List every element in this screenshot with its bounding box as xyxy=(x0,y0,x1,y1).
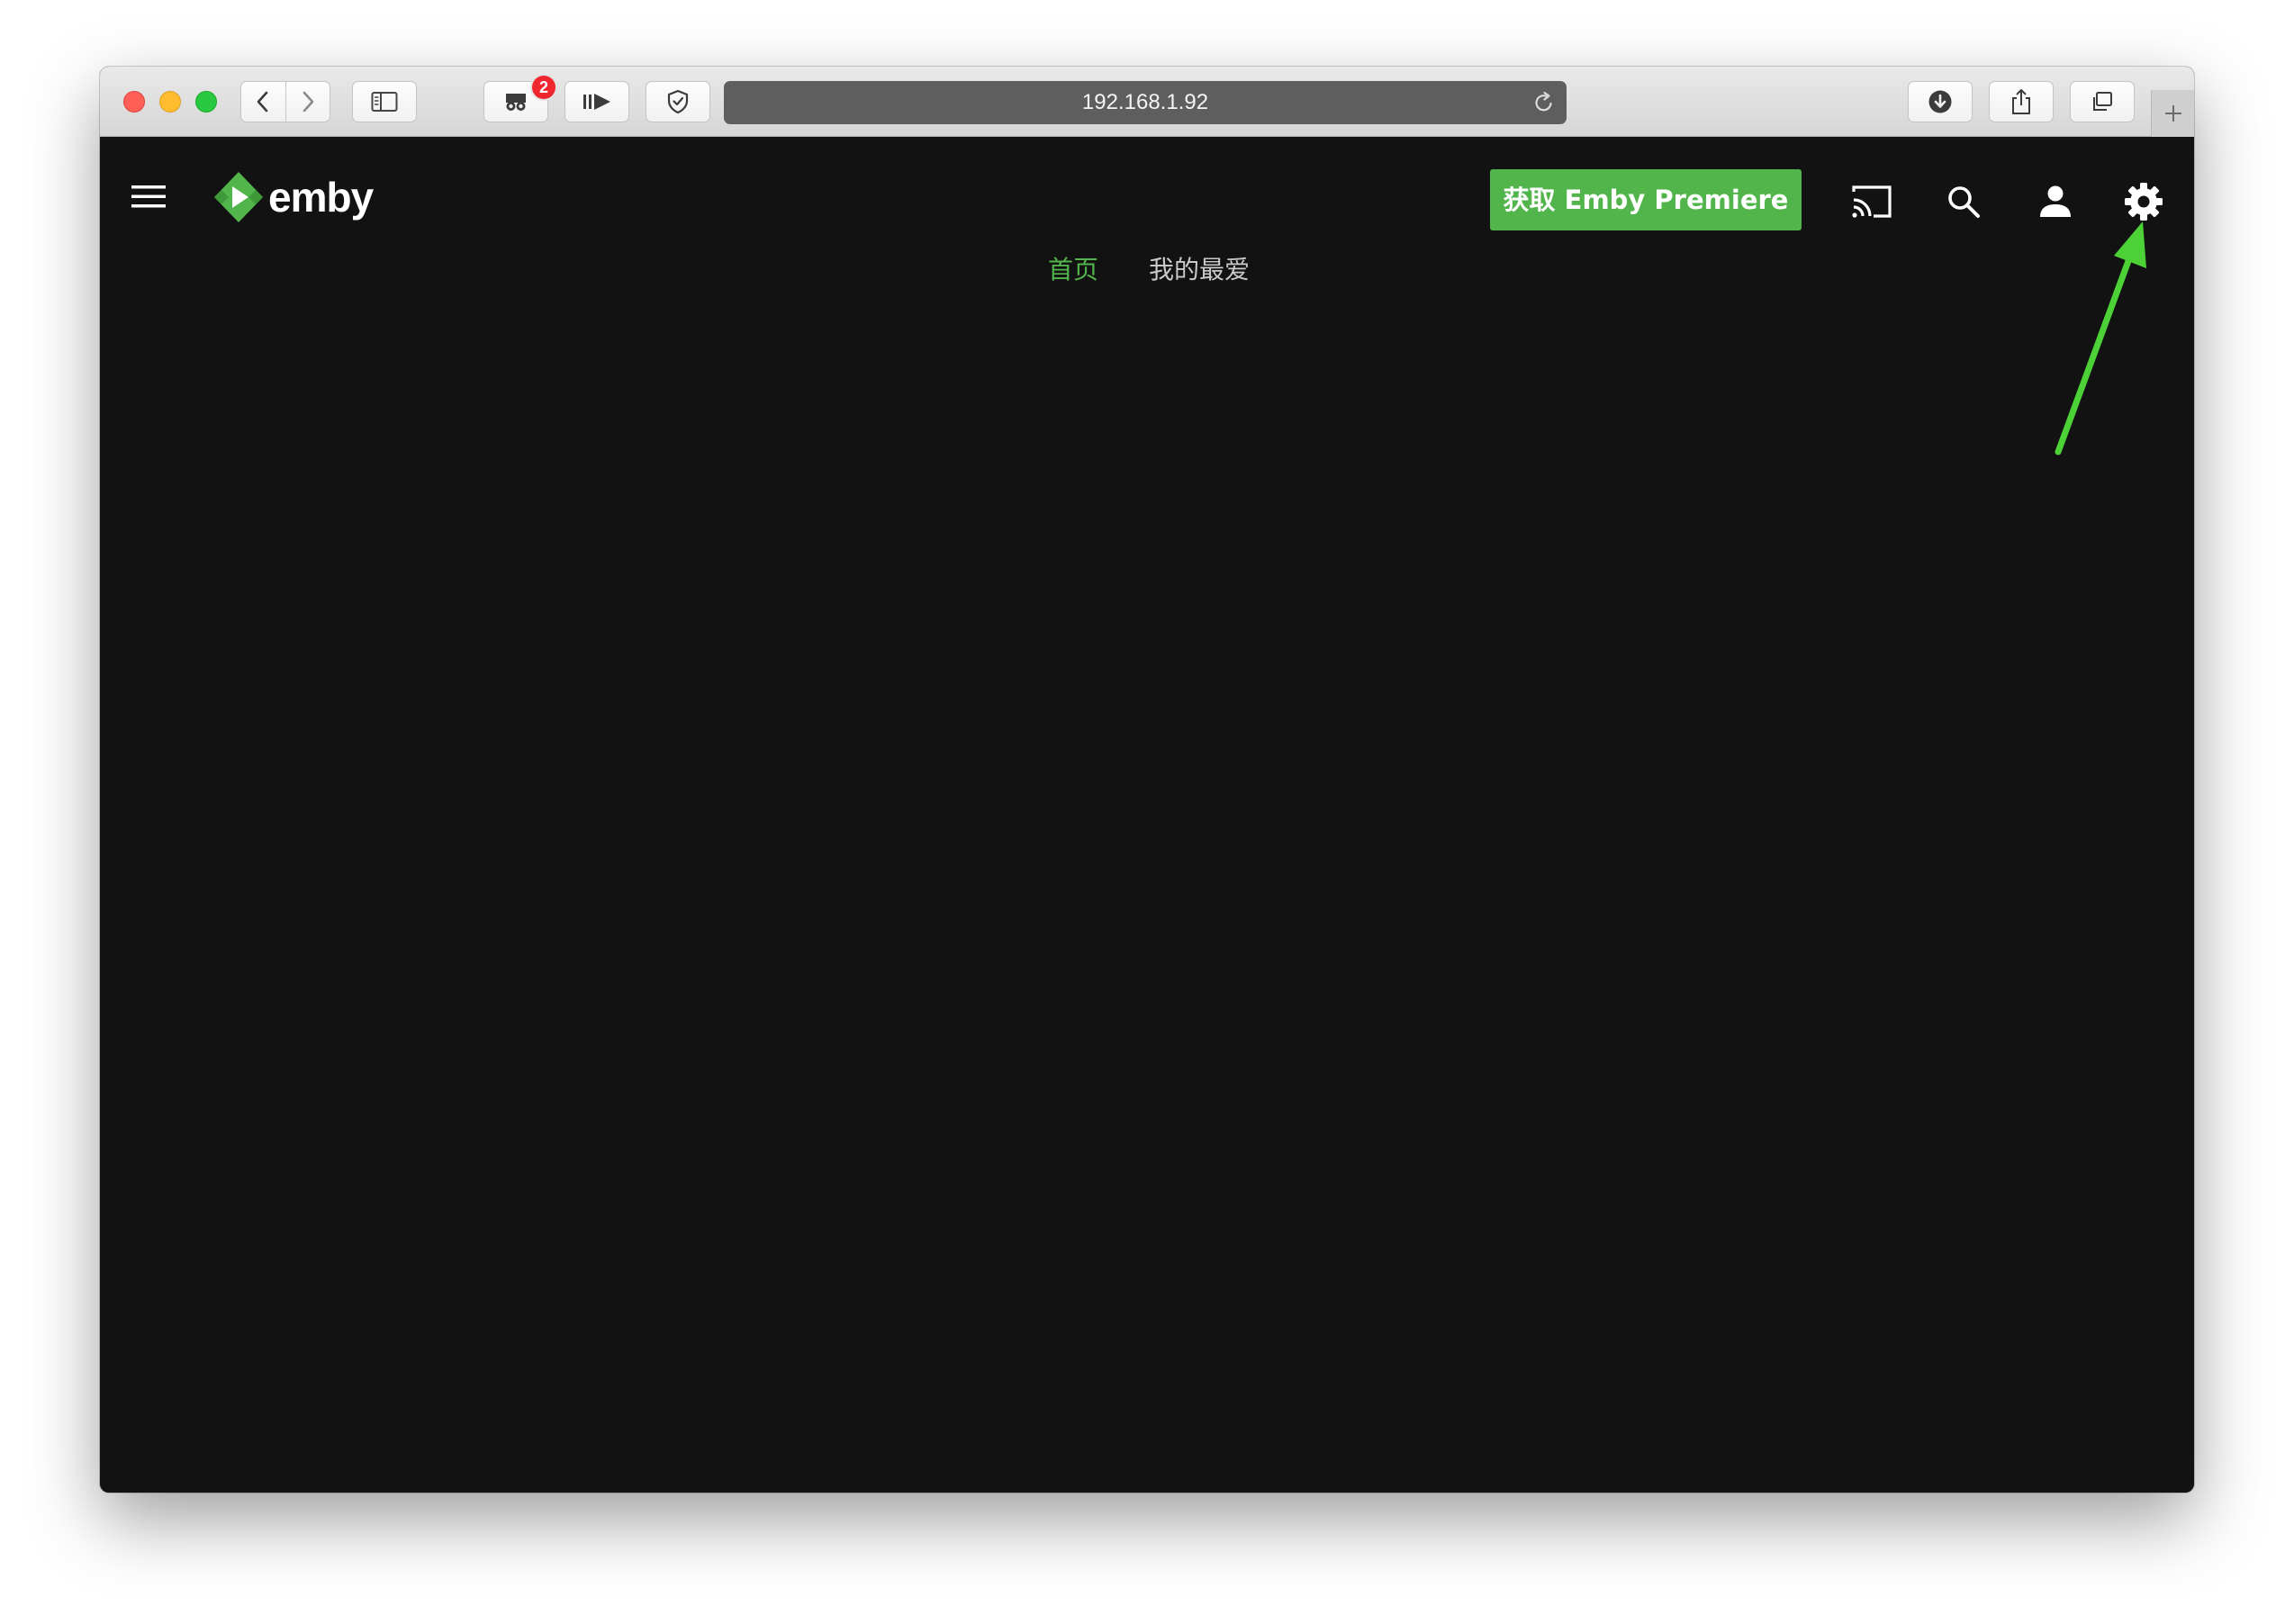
browser-toolbar: 2 192.168.1.92 xyxy=(100,67,2194,137)
address-url: 192.168.1.92 xyxy=(1081,90,1209,114)
user-icon xyxy=(2040,185,2071,217)
emby-logo-text: emby xyxy=(268,174,374,221)
gear-icon xyxy=(2125,183,2163,221)
shield-check-icon xyxy=(667,89,689,114)
privacy-button[interactable] xyxy=(646,81,710,122)
address-bar[interactable]: 192.168.1.92 xyxy=(724,81,1567,124)
user-button[interactable] xyxy=(2034,180,2077,223)
forward-button[interactable] xyxy=(284,82,330,122)
cast-icon xyxy=(1852,185,1892,218)
emby-logo[interactable]: emby xyxy=(212,170,374,224)
search-icon xyxy=(1948,186,1980,218)
extension-badge: 2 xyxy=(532,76,555,99)
menu-icon xyxy=(131,185,166,208)
window-close-button[interactable] xyxy=(123,91,145,113)
tab-home[interactable]: 首页 xyxy=(1044,243,1098,297)
sidebar-icon xyxy=(371,92,398,112)
navigation-buttons xyxy=(240,81,330,122)
menu-button[interactable] xyxy=(131,182,167,211)
share-icon xyxy=(2012,89,2030,114)
new-tab-button[interactable] xyxy=(2151,90,2194,137)
emby-logo-icon xyxy=(214,172,263,222)
chevron-left-icon xyxy=(257,91,268,113)
tab-favorites[interactable]: 我的最爱 xyxy=(1145,243,1250,297)
sidebar-button[interactable] xyxy=(352,81,417,122)
reload-icon[interactable] xyxy=(1532,91,1556,114)
cast-button[interactable] xyxy=(1850,180,1893,223)
plus-icon xyxy=(2164,105,2181,122)
download-icon xyxy=(1928,90,1952,113)
chevron-right-icon xyxy=(303,91,314,113)
mask-extension-icon xyxy=(506,94,526,111)
search-button[interactable] xyxy=(1942,180,1985,223)
media-button[interactable] xyxy=(564,81,629,122)
get-premiere-button[interactable]: 获取 Emby Premiere xyxy=(1490,169,1802,230)
window-maximize-button[interactable] xyxy=(195,91,217,113)
settings-button[interactable] xyxy=(2122,180,2165,223)
tab-overview-button[interactable] xyxy=(2070,81,2135,122)
tab-overview-icon xyxy=(2093,92,2112,111)
home-tabs: 首页 我的最爱 xyxy=(100,243,2194,297)
play-forward-icon xyxy=(583,94,610,110)
window-minimize-button[interactable] xyxy=(159,91,181,113)
back-button[interactable] xyxy=(241,82,285,122)
browser-window: 2 192.168.1.92 emby 获取 Emby Premiere 首页 … xyxy=(100,67,2194,1493)
screenshot-stage: 2 192.168.1.92 emby 获取 Emby Premiere 首页 … xyxy=(0,0,2294,1624)
downloads-button[interactable] xyxy=(1908,81,1973,122)
emby-page: emby 获取 Emby Premiere 首页 我的最爱 xyxy=(100,137,2194,1493)
share-button[interactable] xyxy=(1989,81,2054,122)
